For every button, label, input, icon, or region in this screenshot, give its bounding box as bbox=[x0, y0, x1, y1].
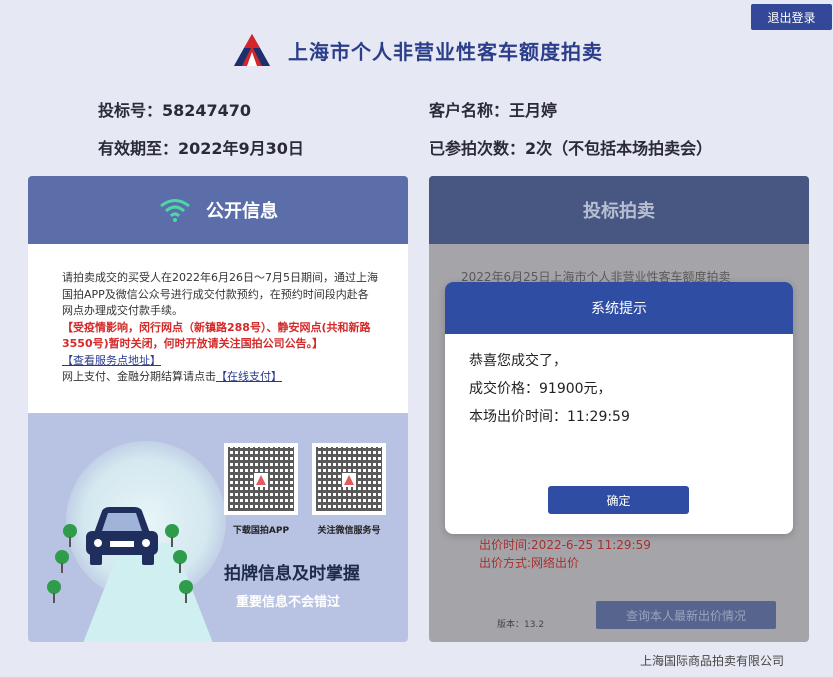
company-footer: 上海国际商品拍卖有限公司 bbox=[640, 654, 785, 668]
auction-logo-icon bbox=[344, 475, 354, 485]
system-dialog: 系统提示 恭喜您成交了， 成交价格：91900元， 本场出价时间：11:29:5… bbox=[445, 282, 793, 534]
tree-icon bbox=[55, 550, 69, 573]
wechat-qr-code bbox=[312, 443, 386, 515]
bid-number: 投标号：58247470 bbox=[98, 101, 252, 120]
wifi-icon bbox=[160, 199, 190, 222]
dialog-bid-time: 本场出价时间：11:29:59 bbox=[469, 409, 630, 425]
public-info-content: 请拍卖成交的买受人在2022年6月26日～7月5日期间，通过上海国拍APP及微信… bbox=[28, 244, 408, 386]
bidding-title: 投标拍卖 bbox=[583, 201, 655, 222]
slogan-sub: 重要信息不会错过 bbox=[236, 595, 341, 610]
tree-icon bbox=[173, 550, 187, 573]
public-info-title: 公开信息 bbox=[206, 201, 278, 222]
app-qr-code bbox=[224, 443, 298, 515]
tree-icon bbox=[63, 524, 77, 547]
bid-time-line: 出价时间:2022-6-25 11:29:59 bbox=[479, 538, 651, 552]
logout-button[interactable]: 退出登录 bbox=[751, 4, 832, 30]
query-bid-button[interactable]: 查询本人最新出价情况 bbox=[596, 601, 776, 629]
participation-count: 已参拍次数：2次（不包括本场拍卖会） bbox=[429, 139, 713, 158]
online-pay-text: 网上支付、金融分期结算请点击 bbox=[62, 370, 216, 383]
tree-icon bbox=[165, 524, 179, 547]
wechat-qr-label: 关注微信服务号 bbox=[317, 526, 381, 536]
bidding-header: 投标拍卖 bbox=[429, 176, 809, 244]
page-title: 上海市个人非营业性客车额度拍卖 bbox=[288, 39, 603, 64]
promo-banner: 下载国拍APP 关注微信服务号 拍牌信息及时掌握 重要信息不会错过 bbox=[28, 413, 408, 642]
slogan: 拍牌信息及时掌握 bbox=[224, 564, 360, 584]
tree-icon bbox=[47, 580, 61, 603]
online-pay-link[interactable]: 【在线支付】 bbox=[216, 370, 282, 383]
public-info-panel: 公开信息 请拍卖成交的买受人在2022年6月26日～7月5日期间，通过上海国拍A… bbox=[28, 176, 408, 642]
car-icon bbox=[86, 507, 158, 565]
view-outlets-link[interactable]: 【查看服务点地址】 bbox=[62, 354, 161, 367]
app-qr-label: 下载国拍APP bbox=[232, 526, 290, 536]
version-label: 版本：13.2 bbox=[497, 620, 545, 630]
page-header: 上海市个人非营业性客车额度拍卖 bbox=[232, 30, 603, 70]
customer-name: 客户名称：王月婷 bbox=[429, 101, 558, 120]
confirm-button[interactable]: 确定 bbox=[548, 486, 689, 514]
dialog-title: 系统提示 bbox=[445, 282, 793, 334]
bid-method-line: 出价方式:网络出价 bbox=[479, 556, 580, 570]
auction-logo-icon bbox=[256, 475, 266, 485]
dialog-congrats: 恭喜您成交了， bbox=[469, 353, 567, 369]
dialog-price: 成交价格：91900元， bbox=[469, 381, 612, 397]
auction-logo-icon bbox=[234, 34, 270, 66]
tree-icon bbox=[179, 580, 193, 603]
public-info-header: 公开信息 bbox=[28, 176, 408, 244]
epidemic-notice: 【受疫情影响，闵行网点（新镇路288号）、静安网点(共和新路3550号)暂时关闭… bbox=[62, 320, 371, 351]
valid-until: 有效期至：2022年9月30日 bbox=[98, 139, 304, 158]
notice-paragraph: 请拍卖成交的买受人在2022年6月26日～7月5日期间，通过上海国拍APP及微信… bbox=[62, 271, 378, 317]
